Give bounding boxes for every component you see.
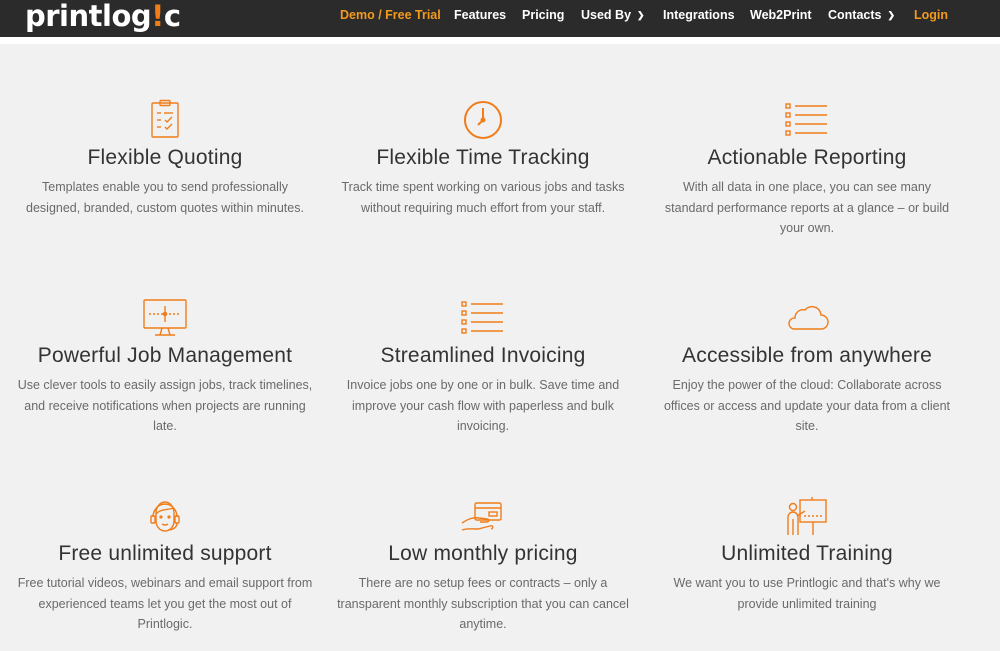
feature-title: Flexible Time Tracking [376, 146, 590, 169]
feature-description: We want you to use Printlogic and that's… [673, 576, 941, 611]
feature-title: Actionable Reporting [707, 146, 907, 169]
feature-description: Enjoy the power of the cloud: Collaborat… [663, 378, 951, 433]
logo-exclamation: ! [151, 0, 164, 33]
nav-login[interactable]: Login [914, 0, 948, 37]
nav-web2print[interactable]: Web2Print [750, 0, 812, 37]
feature-description: Use clever tools to easily assign jobs, … [17, 378, 313, 433]
nav-used-by[interactable]: Used By ❯ [581, 0, 645, 37]
nav-demo-free-trial[interactable]: Demo / Free Trial [340, 0, 441, 37]
nav-contacts-label: Contacts [828, 8, 882, 22]
nav-bottom-band [0, 37, 1000, 44]
feature-description: Track time spent working on various jobs… [341, 180, 625, 215]
top-navbar: printlog!c Demo / Free Trial Features Pr… [0, 0, 1000, 37]
logo-text-end: c [163, 0, 181, 33]
chevron-down-icon: ❯ [637, 10, 645, 20]
nav-features[interactable]: Features [454, 0, 506, 37]
nav-used-by-label: Used By [581, 8, 632, 22]
card-in-hand-icon [459, 495, 507, 539]
list-icon [783, 99, 831, 143]
nav-integrations[interactable]: Integrations [663, 0, 735, 37]
feature-title: Unlimited Training [721, 542, 893, 565]
feature-title: Free unlimited support [58, 542, 272, 565]
nav-contacts[interactable]: Contacts ❯ [828, 0, 895, 37]
list-icon [459, 297, 507, 341]
nav-pricing[interactable]: Pricing [522, 0, 564, 37]
headset-person-icon [141, 495, 189, 539]
clipboard-icon [141, 99, 189, 143]
printlogic-logo[interactable]: printlog!c [25, 0, 181, 34]
feature-description: Invoice jobs one by one or in bulk. Save… [346, 378, 620, 433]
clock-icon [459, 99, 507, 143]
feature-description: Free tutorial videos, webinars and email… [17, 576, 313, 631]
chevron-down-icon: ❯ [887, 10, 896, 20]
cloud-icon [783, 297, 831, 341]
logo-text: printlog [25, 0, 152, 33]
presenter-board-icon [783, 495, 831, 539]
feature-title: Streamlined Invoicing [380, 344, 586, 367]
feature-description: With all data in one place, you can see … [664, 180, 950, 235]
monitor-icon [141, 297, 189, 341]
feature-title: Powerful Job Management [37, 344, 293, 367]
feature-title: Low monthly pricing [388, 542, 578, 565]
feature-description: Templates enable you to send professiona… [26, 180, 304, 215]
feature-title: Flexible Quoting [87, 146, 243, 169]
feature-description: There are no setup fees or contracts – o… [337, 576, 629, 631]
feature-title: Accessible from anywhere [682, 344, 932, 367]
